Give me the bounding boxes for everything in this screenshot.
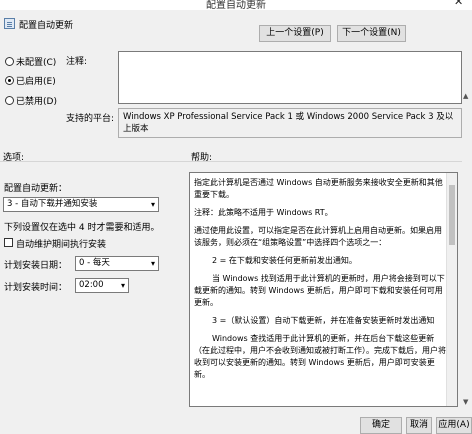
- chevron-down-icon: ▾: [120, 281, 125, 290]
- window-scrollbar[interactable]: ▲ ▼: [462, 92, 472, 410]
- help-text-box[interactable]: 指定此计算机是否通过 Windows 自动更新服务来接收安全更新和其他重要下载。…: [189, 172, 458, 407]
- ok-button[interactable]: 确定: [360, 417, 402, 434]
- apply-button[interactable]: 应用(A): [436, 417, 472, 434]
- configure-updates-value: 3 - 自动下载并通知安装: [7, 199, 98, 209]
- window-title: 配置自动更新: [206, 0, 266, 11]
- policy-settings-icon: [4, 18, 15, 29]
- maintenance-install-checkbox[interactable]: [4, 238, 13, 247]
- configure-updates-select[interactable]: 3 - 自动下载并通知安装 ▾: [3, 197, 159, 212]
- previous-setting-button[interactable]: 上一个设置(P): [259, 25, 331, 42]
- radio-not-configured[interactable]: [5, 57, 14, 66]
- cancel-button[interactable]: 取消: [406, 417, 432, 434]
- comment-label: 注释:: [66, 57, 88, 67]
- radio-not-configured-label[interactable]: 未配置(C): [16, 55, 56, 68]
- section-divider: [0, 161, 472, 162]
- options-note: 下列设置仅在选中 4 时才需要和适用。: [4, 223, 160, 233]
- comment-textarea[interactable]: [118, 51, 462, 104]
- schedule-time-label: 计划安装时间：: [4, 283, 68, 293]
- scroll-up-icon[interactable]: ▲: [463, 92, 468, 100]
- radio-disabled[interactable]: [5, 96, 14, 105]
- chevron-down-icon: ▾: [150, 259, 155, 268]
- help-paragraph: 3 =（默认设置）自动下载更新，并在准备安装更新时发出通知: [212, 316, 435, 325]
- schedule-day-select[interactable]: 0 - 每天 ▾: [75, 256, 159, 271]
- configure-updates-label: 配置自动更新：: [4, 184, 68, 194]
- radio-enabled-label[interactable]: 已启用(E): [16, 74, 56, 87]
- supported-platform-label: 支持的平台:: [66, 114, 115, 124]
- schedule-time-select[interactable]: 02:00 ▾: [75, 278, 129, 293]
- help-paragraph: 注释：此策略不适用于 Windows RT。: [194, 208, 333, 217]
- help-scrollbar-thumb[interactable]: [449, 185, 455, 245]
- radio-enabled[interactable]: [5, 76, 14, 85]
- radio-disabled-label[interactable]: 已禁用(D): [16, 94, 57, 107]
- supported-platform-value: Windows XP Professional Service Pack 1 或…: [118, 108, 462, 138]
- policy-name: 配置自动更新: [19, 21, 74, 31]
- schedule-time-value: 02:00: [79, 280, 104, 290]
- help-paragraph: 指定此计算机是否通过 Windows 自动更新服务来接收安全更新和其他重要下载。: [194, 178, 443, 199]
- maintenance-install-label[interactable]: 自动维护期间执行安装: [16, 237, 106, 250]
- close-icon[interactable]: ✕: [454, 0, 463, 8]
- schedule-day-label: 计划安装日期：: [4, 261, 68, 271]
- chevron-down-icon: ▾: [150, 200, 155, 209]
- help-paragraph: 2 = 在下载和安装任何更新前发出通知。: [212, 256, 357, 265]
- help-paragraph: 通过使用此设置，可以指定是否在此计算机上启用自动更新。如果启用该服务，则必须在“…: [194, 226, 442, 247]
- next-setting-button[interactable]: 下一个设置(N): [337, 25, 406, 42]
- scroll-down-icon[interactable]: ▼: [463, 398, 468, 406]
- help-paragraph: Windows 查找适用于此计算机的更新，并在后台下载这些更新（在此过程中，用户…: [194, 334, 446, 379]
- schedule-day-value: 0 - 每天: [79, 258, 110, 268]
- help-paragraph: 当 Windows 找到适用于此计算机的更新时，用户将会接到可以下载更新的通知。…: [194, 274, 445, 307]
- help-scrollbar[interactable]: [446, 173, 457, 406]
